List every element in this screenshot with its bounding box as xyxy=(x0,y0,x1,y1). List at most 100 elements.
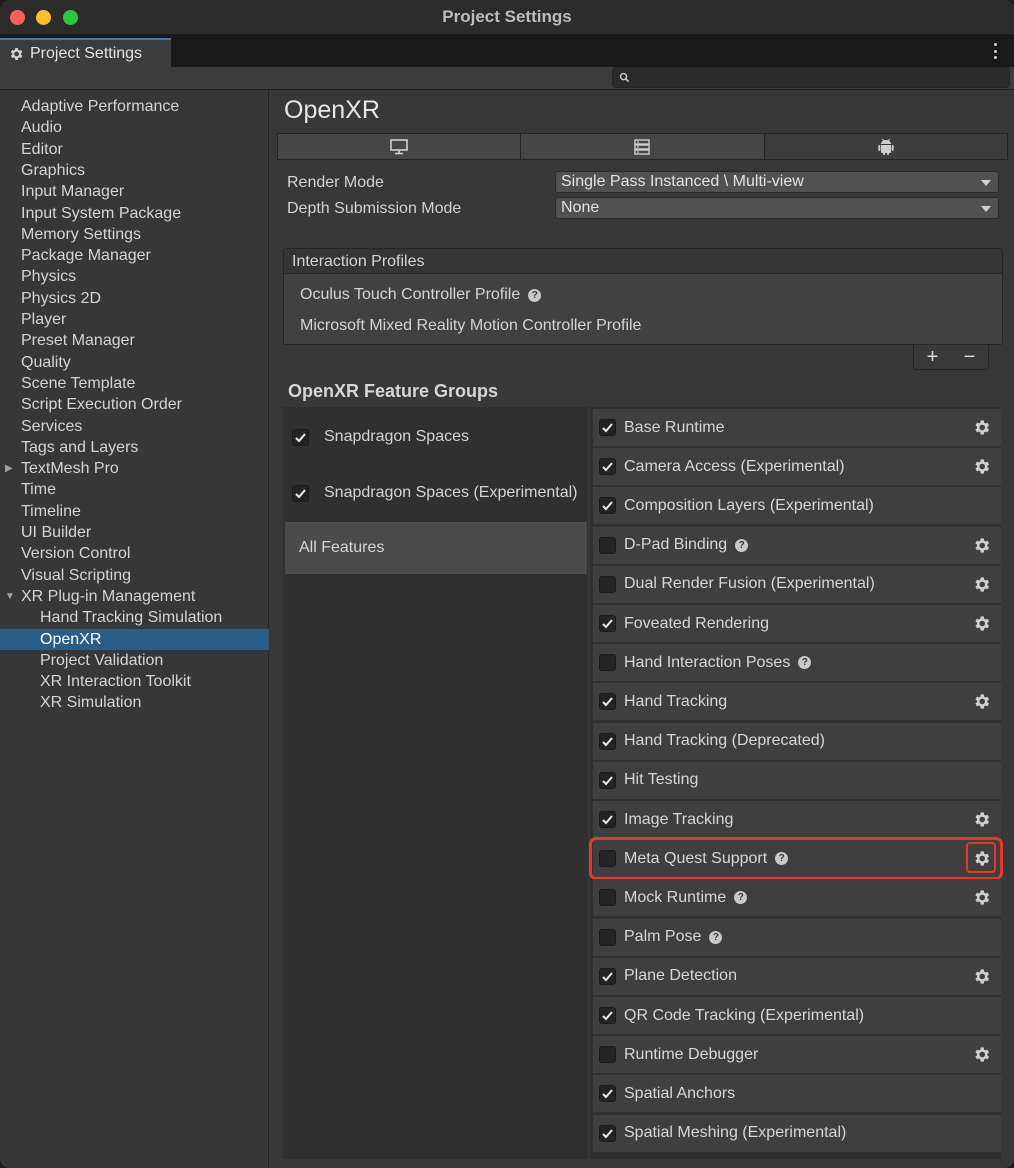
help-icon[interactable]: ? xyxy=(709,930,723,944)
feature-group-snapdragon-spaces-experimental[interactable]: Snapdragon Spaces (Experimental) xyxy=(283,467,588,519)
search-input[interactable] xyxy=(612,67,1010,88)
feature-group-checkbox[interactable] xyxy=(292,428,309,446)
help-icon[interactable]: ? xyxy=(798,656,812,670)
gear-icon[interactable] xyxy=(972,1045,991,1064)
sidebar-item-hand-tracking-simulation[interactable]: Hand Tracking Simulation xyxy=(0,607,269,628)
sidebar-item-script-execution-order[interactable]: Script Execution Order xyxy=(0,394,269,415)
sidebar-item-input-manager[interactable]: Input Manager xyxy=(0,181,269,202)
sidebar-item-xr-interaction-toolkit[interactable]: XR Interaction Toolkit xyxy=(0,671,269,692)
profile-microsoft-mixed-reality[interactable]: Microsoft Mixed Reality Motion Controlle… xyxy=(300,317,641,335)
sidebar-item-input-system-package[interactable]: Input System Package xyxy=(0,203,269,224)
sidebar-item-time[interactable]: Time xyxy=(0,479,269,500)
sidebar-item-services[interactable]: Services xyxy=(0,416,269,437)
feature-checkbox[interactable] xyxy=(599,732,616,750)
feature-group-snapdragon-spaces[interactable]: Snapdragon Spaces xyxy=(283,411,588,463)
gear-icon[interactable] xyxy=(972,888,991,907)
profile-oculus-touch[interactable]: Oculus Touch Controller Profile ? xyxy=(300,286,542,304)
sidebar-item-audio[interactable]: Audio xyxy=(0,117,269,138)
feature-checkbox[interactable] xyxy=(599,771,616,789)
help-icon[interactable]: ? xyxy=(528,288,542,302)
feature-row-spatial-meshing-experimental[interactable]: Spatial Meshing (Experimental) xyxy=(593,1114,1001,1152)
sidebar-item-xr-plug-in-management[interactable]: ▼ XR Plug-in Management xyxy=(0,586,269,607)
sidebar-item-timeline[interactable]: Timeline xyxy=(0,501,269,522)
tab-desktop-platform[interactable] xyxy=(278,134,522,159)
feature-row-hit-testing[interactable]: Hit Testing xyxy=(593,761,1001,799)
feature-row-qr-code-tracking-experimental[interactable]: QR Code Tracking (Experimental) xyxy=(593,997,1001,1034)
render-mode-dropdown[interactable]: Single Pass Instanced \ Multi-view xyxy=(555,171,999,193)
feature-row-runtime-debugger[interactable]: Runtime Debugger xyxy=(593,1036,1001,1074)
tab-server-platform[interactable] xyxy=(521,134,765,159)
feature-checkbox[interactable] xyxy=(599,967,616,985)
feature-checkbox[interactable] xyxy=(599,928,616,946)
feature-label: Foveated Rendering xyxy=(624,614,769,632)
feature-row-plane-detection[interactable]: Plane Detection xyxy=(593,957,1001,995)
feature-row-palm-pose[interactable]: Palm Pose? xyxy=(593,918,1001,956)
feature-checkbox[interactable] xyxy=(599,536,616,554)
feature-row-mock-runtime[interactable]: Mock Runtime? xyxy=(593,879,1001,917)
feature-row-hand-interaction-poses[interactable]: Hand Interaction Poses? xyxy=(593,644,1001,682)
sidebar-item-physics[interactable]: Physics xyxy=(0,266,269,287)
tab-project-settings[interactable]: Project Settings xyxy=(0,38,171,67)
sidebar-item-ui-builder[interactable]: UI Builder xyxy=(0,522,269,543)
feature-row-image-tracking[interactable]: Image Tracking xyxy=(593,801,1001,838)
feature-row-d-pad-binding[interactable]: D-Pad Binding? xyxy=(593,526,1001,564)
feature-checkbox[interactable] xyxy=(599,1124,616,1142)
feature-row-base-runtime[interactable]: Base Runtime xyxy=(593,409,1001,446)
gear-icon[interactable] xyxy=(972,418,991,437)
help-icon[interactable]: ? xyxy=(734,891,748,905)
chevron-right-icon[interactable]: ▶ xyxy=(5,458,13,479)
feature-row-dual-render-fusion-experimental[interactable]: Dual Render Fusion (Experimental) xyxy=(593,565,1001,603)
feature-group-all-features[interactable]: All Features xyxy=(285,522,587,574)
more-options-icon[interactable] xyxy=(988,41,1002,61)
feature-row-composition-layers-experimental[interactable]: Composition Layers (Experimental) xyxy=(593,487,1001,525)
remove-profile-button[interactable]: − xyxy=(964,346,976,369)
feature-checkbox[interactable] xyxy=(599,1046,616,1064)
sidebar-item-preset-manager[interactable]: Preset Manager xyxy=(0,330,269,351)
feature-checkbox[interactable] xyxy=(599,889,616,907)
feature-checkbox[interactable] xyxy=(599,811,616,828)
tab-android-platform[interactable] xyxy=(764,134,1007,159)
gear-icon[interactable] xyxy=(972,457,991,476)
sidebar-item-graphics[interactable]: Graphics xyxy=(0,160,269,181)
add-profile-button[interactable]: + xyxy=(927,346,939,369)
sidebar-item-scene-template[interactable]: Scene Template xyxy=(0,373,269,394)
feature-checkbox[interactable] xyxy=(599,1007,616,1024)
chevron-down-icon[interactable]: ▼ xyxy=(5,586,15,607)
sidebar-item-textmesh-pro[interactable]: ▶ TextMesh Pro xyxy=(0,458,269,479)
feature-checkbox[interactable] xyxy=(599,1085,616,1103)
sidebar-item-xr-simulation[interactable]: XR Simulation xyxy=(0,692,269,713)
feature-checkbox[interactable] xyxy=(599,654,616,672)
feature-checkbox[interactable] xyxy=(599,458,616,476)
feature-row-hand-tracking-deprecated[interactable]: Hand Tracking (Deprecated) xyxy=(593,722,1001,760)
sidebar-item-version-control[interactable]: Version Control xyxy=(0,543,269,564)
sidebar-item-project-validation[interactable]: Project Validation xyxy=(0,650,269,671)
feature-row-foveated-rendering[interactable]: Foveated Rendering xyxy=(593,605,1001,642)
gear-icon[interactable] xyxy=(972,692,991,711)
feature-checkbox[interactable] xyxy=(599,419,616,436)
depth-submission-mode-dropdown[interactable]: None xyxy=(555,197,999,219)
feature-checkbox[interactable] xyxy=(599,693,616,711)
sidebar-item-editor[interactable]: Editor xyxy=(0,139,269,160)
sidebar-item-physics-2d[interactable]: Physics 2D xyxy=(0,288,269,309)
gear-icon[interactable] xyxy=(972,536,991,555)
sidebar-item-adaptive-performance[interactable]: Adaptive Performance xyxy=(0,96,269,117)
sidebar-item-visual-scripting[interactable]: Visual Scripting xyxy=(0,565,269,586)
feature-checkbox[interactable] xyxy=(599,575,616,593)
gear-icon[interactable] xyxy=(972,614,991,633)
sidebar-item-openxr[interactable]: OpenXR xyxy=(0,628,269,650)
help-icon[interactable]: ? xyxy=(735,538,749,552)
sidebar-item-player[interactable]: Player xyxy=(0,309,269,330)
feature-row-camera-access-experimental[interactable]: Camera Access (Experimental) xyxy=(593,448,1001,486)
feature-checkbox[interactable] xyxy=(599,615,616,632)
feature-row-spatial-anchors[interactable]: Spatial Anchors xyxy=(593,1075,1001,1113)
gear-icon[interactable] xyxy=(972,967,991,986)
gear-icon[interactable] xyxy=(972,810,991,829)
feature-group-checkbox[interactable] xyxy=(292,484,309,502)
sidebar-item-quality[interactable]: Quality xyxy=(0,352,269,373)
feature-checkbox[interactable] xyxy=(599,497,616,515)
sidebar-item-tags-and-layers[interactable]: Tags and Layers xyxy=(0,437,269,458)
sidebar-item-package-manager[interactable]: Package Manager xyxy=(0,245,269,266)
sidebar-item-memory-settings[interactable]: Memory Settings xyxy=(0,224,269,245)
feature-row-hand-tracking[interactable]: Hand Tracking xyxy=(593,683,1001,721)
gear-icon[interactable] xyxy=(972,575,991,594)
